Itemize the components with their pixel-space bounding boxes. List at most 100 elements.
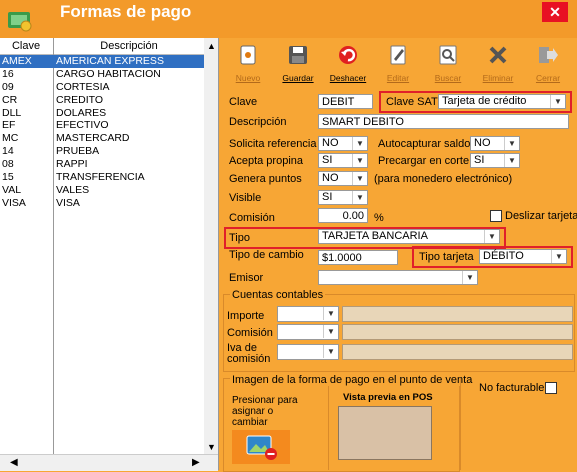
list-item[interactable]: 09 CORTESIA xyxy=(0,81,204,94)
tipo-tarjeta-select[interactable]: DÉBITO ▼ xyxy=(479,249,567,264)
precargar-corte-label: Precargar en corte xyxy=(378,155,470,167)
chevron-down-icon[interactable]: ▼ xyxy=(504,154,519,167)
search-button-label: Buscar xyxy=(434,73,462,83)
list-item-descripcion: CORTESIA xyxy=(56,80,110,93)
list-item[interactable]: 14 PRUEBA xyxy=(0,145,204,158)
solicita-referencia-label: Solicita referencia xyxy=(229,138,317,150)
comision-cuenta-select[interactable]: ▼ xyxy=(277,324,339,340)
chevron-down-icon[interactable]: ▼ xyxy=(323,345,338,358)
iva-comision-select[interactable]: ▼ xyxy=(277,344,339,360)
undo-button[interactable]: Deshacer xyxy=(328,40,368,90)
tipo-cambio-input[interactable]: $1.0000 xyxy=(318,250,398,265)
chevron-down-icon[interactable]: ▼ xyxy=(551,250,566,263)
save-button[interactable]: Guardar xyxy=(278,40,318,90)
chevron-down-icon[interactable]: ▼ xyxy=(352,172,367,185)
scroll-left-icon[interactable]: ◀ xyxy=(10,457,18,468)
monedero-note: (para monedero electrónico) xyxy=(374,173,513,185)
visible-label: Visible xyxy=(229,192,262,204)
importe-label: Importe xyxy=(227,310,265,322)
payment-methods-list: Clave Descripción AMEX AMERICAN EXPRESS 16… xyxy=(0,38,219,471)
presionar-line3: cambiar xyxy=(232,417,268,428)
comision-input[interactable]: 0.00 xyxy=(318,208,368,223)
close-button[interactable]: ✕ xyxy=(542,2,568,22)
tipo-select[interactable]: TARJETA BANCARIA ▼ xyxy=(318,229,500,244)
deslizar-tarjeta-checkbox[interactable] xyxy=(490,210,502,222)
title-bar: Formas de pago ✕ xyxy=(0,0,577,38)
solicita-referencia-select[interactable]: NO ▼ xyxy=(318,136,368,151)
list-item[interactable]: CR CREDITO xyxy=(0,94,204,107)
list-item-clave: 16 xyxy=(2,67,14,80)
acepta-propina-select[interactable]: SI ▼ xyxy=(318,153,368,168)
list-item[interactable]: DLL DOLARES xyxy=(0,107,204,120)
window-title: Formas de pago xyxy=(60,2,192,21)
delete-icon xyxy=(489,46,507,64)
chevron-down-icon[interactable]: ▼ xyxy=(352,191,367,204)
clave-label: Clave xyxy=(229,96,258,108)
precargar-corte-select[interactable]: SI ▼ xyxy=(470,153,520,168)
list-item-descripcion: CARGO HABITACION xyxy=(56,67,161,80)
toolbar: Nuevo Guardar Deshacer Editar Buscar Eli… xyxy=(228,40,573,90)
list-item[interactable]: 08 RAPPI xyxy=(0,158,204,171)
chevron-down-icon[interactable]: ▼ xyxy=(504,137,519,150)
scroll-down-icon[interactable]: ▼ xyxy=(207,442,216,452)
presionar-text: Presionar para asignar o cambiar xyxy=(232,395,298,428)
list-item[interactable]: MC MASTERCARD xyxy=(0,132,204,145)
clave-sat-value: Tarjeta de crédito xyxy=(442,95,527,107)
descripcion-input[interactable]: SMART DEBITO xyxy=(318,114,569,129)
list-item[interactable]: AMEX AMERICAN EXPRESS xyxy=(0,55,204,68)
tipo-tarjeta-label: Tipo tarjeta xyxy=(419,251,474,263)
clave-sat-label: Clave SAT xyxy=(386,96,438,108)
list-item[interactable]: VISA VISA xyxy=(0,197,204,210)
list-item[interactable]: 16 CARGO HABITACION xyxy=(0,68,204,81)
search-button[interactable]: Buscar xyxy=(428,40,468,90)
clave-input[interactable]: DEBIT xyxy=(318,94,373,109)
save-button-label: Guardar xyxy=(282,73,314,83)
search-icon xyxy=(439,45,457,65)
emisor-select[interactable]: ▼ xyxy=(318,270,478,285)
iva-comision-account-field[interactable] xyxy=(342,344,573,360)
edit-button[interactable]: Editar xyxy=(378,40,418,90)
clave-sat-select[interactable]: Tarjeta de crédito ▼ xyxy=(438,94,566,109)
new-button[interactable]: Nuevo xyxy=(228,40,268,90)
chevron-down-icon[interactable]: ▼ xyxy=(323,307,338,320)
importe-select[interactable]: ▼ xyxy=(277,306,339,322)
genera-puntos-select[interactable]: NO ▼ xyxy=(318,171,368,186)
list-item-descripcion: RAPPI xyxy=(56,158,88,171)
genera-puntos-label: Genera puntos xyxy=(229,173,302,185)
tipo-tarjeta-value: DÉBITO xyxy=(483,250,524,262)
list-item-clave: 08 xyxy=(2,158,14,171)
solicita-referencia-value: NO xyxy=(322,137,339,149)
list-item-clave: CR xyxy=(2,93,18,106)
importe-account-field[interactable] xyxy=(342,306,573,322)
chevron-down-icon[interactable]: ▼ xyxy=(352,137,367,150)
pos-preview xyxy=(338,406,432,460)
column-header-clave[interactable]: Clave xyxy=(0,40,52,52)
vertical-scrollbar[interactable]: ▲ ▼ xyxy=(204,38,218,454)
visible-select[interactable]: SI ▼ xyxy=(318,190,368,205)
exit-button[interactable]: Cerrar xyxy=(528,40,568,90)
list-item[interactable]: 15 TRANSFERENCIA xyxy=(0,171,204,184)
undo-icon xyxy=(339,46,357,64)
exit-button-label: Cerrar xyxy=(535,73,561,83)
horizontal-scrollbar[interactable]: ◀ ▶ xyxy=(0,454,218,471)
list-item-clave: MC xyxy=(2,132,19,145)
money-icon xyxy=(8,12,32,32)
list-item[interactable]: VAL VALES xyxy=(0,184,204,197)
chevron-down-icon[interactable]: ▼ xyxy=(550,95,565,108)
column-header-descripcion[interactable]: Descripción xyxy=(54,40,204,52)
list-item[interactable]: EF EFECTIVO xyxy=(0,119,204,132)
chevron-down-icon[interactable]: ▼ xyxy=(323,325,338,338)
new-button-label: Nuevo xyxy=(235,73,261,83)
chevron-down-icon[interactable]: ▼ xyxy=(484,230,499,243)
scroll-up-icon[interactable]: ▲ xyxy=(207,41,216,51)
visible-value: SI xyxy=(322,191,333,203)
autocapturar-saldo-select[interactable]: NO ▼ xyxy=(470,136,520,151)
scroll-right-icon[interactable]: ▶ xyxy=(192,457,200,468)
chevron-down-icon[interactable]: ▼ xyxy=(462,271,477,284)
comision-account-field[interactable] xyxy=(342,324,573,340)
no-facturable-checkbox[interactable] xyxy=(545,382,557,394)
chevron-down-icon[interactable]: ▼ xyxy=(352,154,367,167)
assign-image-button[interactable] xyxy=(232,430,290,464)
image-remove-icon xyxy=(246,435,277,460)
delete-button[interactable]: Eliminar xyxy=(478,40,518,90)
